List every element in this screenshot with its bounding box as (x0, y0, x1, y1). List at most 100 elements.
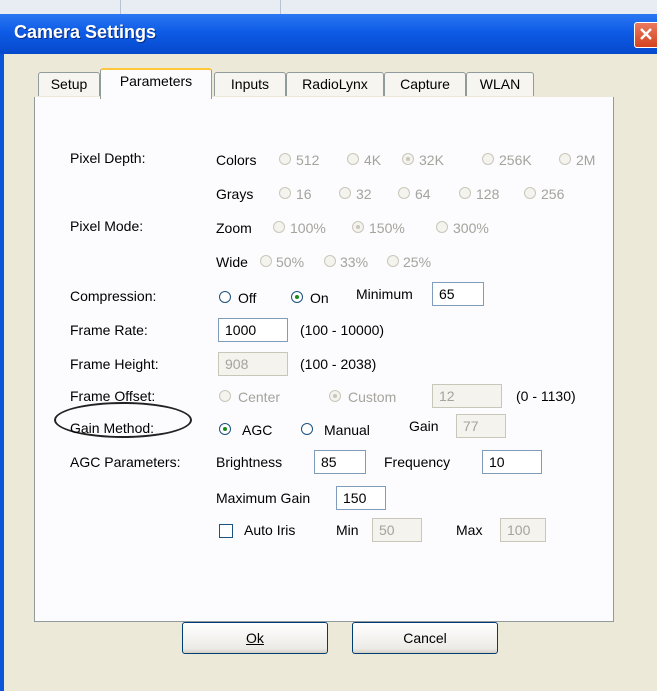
camera-settings-dialog: Camera Settings Setup Parameters Inputs … (0, 14, 657, 691)
compression-off-radio[interactable] (219, 291, 231, 303)
cancel-button-label: Cancel (403, 630, 447, 646)
tab-label: RadioLynx (302, 76, 368, 92)
compression-on-label: On (310, 290, 329, 306)
window-title: Camera Settings (14, 22, 157, 42)
colors-256k-label: 256K (499, 152, 532, 168)
offset-center-label: Center (238, 389, 281, 405)
frame-offset-range: (0 - 1130) (516, 388, 576, 404)
brightness-input[interactable]: 85 (314, 450, 366, 474)
minimum-input[interactable]: 65 (432, 282, 484, 306)
colors-32k-label: 32K (419, 152, 444, 168)
tab-label: Parameters (119, 73, 193, 89)
frame-offset-label: Frame Offset: (70, 388, 156, 404)
tab-label: Capture (400, 76, 450, 92)
tab-parameters[interactable]: Parameters (100, 68, 212, 99)
grays-32-radio[interactable] (339, 187, 351, 199)
grays-32-label: 32 (356, 186, 372, 202)
maximum-gain-label: Maximum Gain (216, 490, 311, 506)
brightness-label: Brightness (216, 454, 283, 470)
frame-height-input[interactable]: 908 (218, 352, 288, 376)
gain-input[interactable]: 77 (456, 414, 506, 438)
tab-label: Inputs (230, 76, 270, 92)
close-icon (640, 28, 652, 40)
grays-128-label: 128 (476, 186, 500, 202)
ok-button[interactable]: Ok (182, 622, 328, 654)
frame-rate-label: Frame Rate: (70, 322, 148, 338)
grays-128-radio[interactable] (459, 187, 471, 199)
title-bar[interactable]: Camera Settings (0, 14, 657, 54)
wide-25-radio[interactable] (387, 255, 399, 267)
zoom-300-label: 300% (453, 220, 489, 236)
wide-50-radio[interactable] (260, 255, 272, 267)
pixel-mode-label: Pixel Mode: (70, 218, 144, 234)
zoom-150-radio[interactable] (352, 221, 364, 233)
frame-height-range: (100 - 2038) (300, 356, 377, 372)
frequency-label: Frequency (384, 454, 451, 470)
compression-off-label: Off (238, 290, 257, 306)
zoom-150-label: 150% (369, 220, 405, 236)
radio-dot (406, 157, 410, 161)
tab-label: Setup (50, 76, 88, 92)
iris-max-input[interactable]: 100 (500, 518, 546, 542)
wide-25-label: 25% (403, 254, 432, 270)
grays-64-label: 64 (415, 186, 431, 202)
colors-512-label: 512 (296, 152, 320, 168)
dialog-client-area: Setup Parameters Inputs RadioLynx Captur… (4, 54, 657, 691)
offset-center-radio[interactable] (219, 390, 231, 402)
frame-rate-input[interactable]: 1000 (218, 318, 288, 342)
wide-33-radio[interactable] (324, 255, 336, 267)
background-window-strip (0, 0, 657, 14)
radio-dot (223, 427, 227, 431)
zoom-100-label: 100% (290, 220, 326, 236)
compression-label: Compression: (70, 288, 157, 304)
colors-256k-radio[interactable] (482, 153, 494, 165)
tab-wlan[interactable]: WLAN (466, 72, 534, 96)
tab-setup[interactable]: Setup (38, 72, 100, 96)
agc-parameters-label: AGC Parameters: (70, 454, 181, 470)
frame-offset-input[interactable]: 12 (432, 384, 502, 408)
grays-256-label: 256 (541, 186, 565, 202)
tab-inputs[interactable]: Inputs (214, 72, 286, 96)
close-button[interactable] (634, 22, 657, 48)
auto-iris-checkbox[interactable] (219, 524, 233, 538)
radio-dot (356, 225, 360, 229)
colors-4k-radio[interactable] (347, 153, 359, 165)
gain-method-label: Gain Method: (70, 420, 155, 436)
wide-33-label: 33% (340, 254, 369, 270)
zoom-300-radio[interactable] (436, 221, 448, 233)
tab-capture[interactable]: Capture (384, 72, 466, 96)
tab-label: WLAN (479, 76, 521, 92)
iris-min-input[interactable]: 50 (372, 518, 422, 542)
colors-label: Colors (216, 152, 257, 168)
zoom-label: Zoom (216, 220, 252, 236)
zoom-100-radio[interactable] (273, 221, 285, 233)
grays-256-radio[interactable] (524, 187, 536, 199)
colors-32k-radio[interactable] (402, 153, 414, 165)
colors-2m-label: 2M (576, 152, 596, 168)
offset-custom-radio[interactable] (329, 390, 341, 402)
ok-button-label: Ok (246, 630, 264, 646)
radio-dot (295, 295, 299, 299)
frequency-input[interactable]: 10 (482, 450, 542, 474)
iris-max-label: Max (456, 522, 483, 538)
radio-dot (333, 394, 337, 398)
compression-on-radio[interactable] (291, 291, 303, 303)
tab-radiolynx[interactable]: RadioLynx (286, 72, 384, 96)
iris-min-label: Min (336, 522, 359, 538)
colors-2m-radio[interactable] (559, 153, 571, 165)
colors-4k-label: 4K (364, 152, 382, 168)
auto-iris-label: Auto Iris (244, 522, 296, 538)
grays-16-radio[interactable] (279, 187, 291, 199)
pixel-depth-label: Pixel Depth: (70, 150, 146, 166)
grays-16-label: 16 (296, 186, 312, 202)
gain-manual-label: Manual (324, 422, 370, 438)
grays-64-radio[interactable] (398, 187, 410, 199)
frame-height-label: Frame Height: (70, 356, 159, 372)
maximum-gain-input[interactable]: 150 (336, 486, 386, 510)
colors-512-radio[interactable] (279, 153, 291, 165)
wide-label: Wide (216, 254, 248, 270)
gain-agc-radio[interactable] (219, 423, 231, 435)
gain-manual-radio[interactable] (301, 423, 313, 435)
cancel-button[interactable]: Cancel (352, 622, 498, 654)
wide-50-label: 50% (276, 254, 305, 270)
